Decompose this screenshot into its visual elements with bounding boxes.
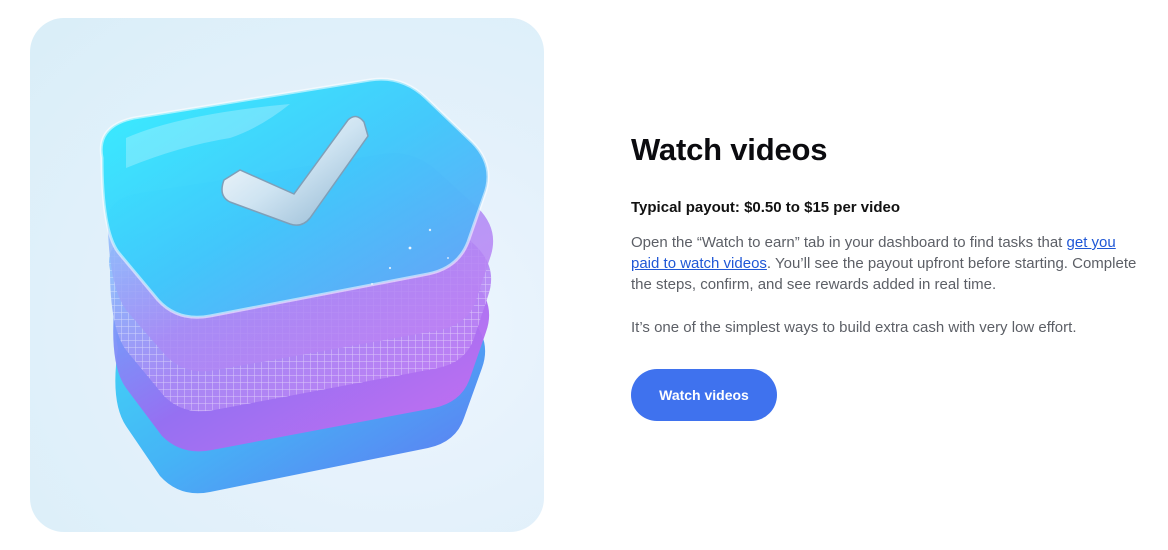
layered-checkmark-icon: [99, 77, 494, 494]
content-column: Watch videos Typical payout: $0.50 to $1…: [631, 130, 1151, 421]
secondary-description: It’s one of the simplest ways to build e…: [631, 319, 1077, 336]
description: Open the “Watch to earn” tab in your das…: [631, 232, 1146, 295]
payout-label: Typical payout: $0.50 to $15 per video: [631, 199, 900, 216]
description-text-before: Open the “Watch to earn” tab in your das…: [631, 234, 1067, 251]
section-title: Watch videos: [631, 132, 828, 167]
hero-image-card: [30, 18, 544, 532]
watch-videos-button[interactable]: Watch videos: [631, 369, 777, 421]
page: Watch videos Typical payout: $0.50 to $1…: [0, 0, 1168, 550]
